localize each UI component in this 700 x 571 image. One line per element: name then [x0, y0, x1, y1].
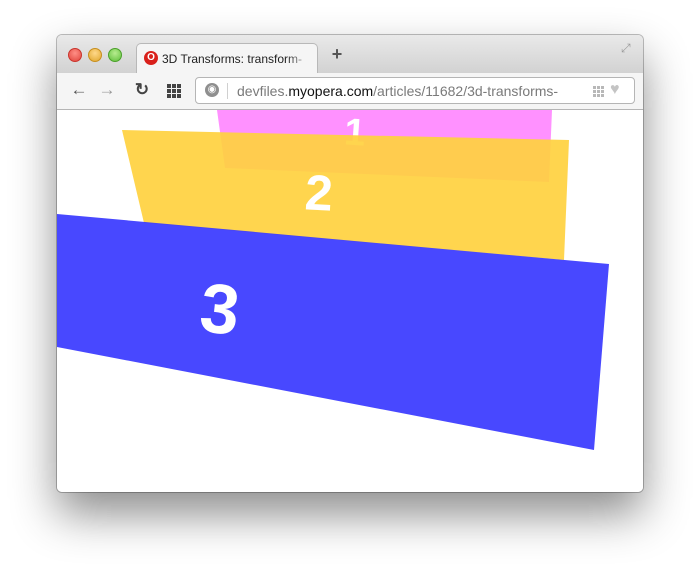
opera-icon: O — [144, 51, 158, 65]
speed-dial-icon — [167, 84, 181, 98]
fullscreen-icon[interactable]: ⤢ — [621, 41, 635, 55]
transform-demo-canvas: 1 2 3 — [57, 110, 609, 450]
reload-button[interactable]: ↻ — [133, 81, 151, 99]
speed-dial-button[interactable] — [164, 81, 182, 99]
address-divider — [227, 83, 228, 99]
url-domain: myopera.com — [288, 83, 374, 99]
url-prefix: devfiles. — [237, 83, 289, 99]
heart-icon[interactable]: ♥ — [610, 81, 620, 99]
page-content: 1 2 3 — [57, 110, 643, 492]
navigation-bar: ← → ↻ ◉ devfiles.myopera.com/articles/11… — [57, 73, 643, 110]
tab-title: 3D Transforms: transform- — [162, 52, 312, 66]
url-text[interactable]: devfiles.myopera.com/articles/11682/3d-t… — [237, 83, 582, 99]
tab-active[interactable]: O 3D Transforms: transform- — [136, 43, 318, 73]
tab-bar: O 3D Transforms: transform- + ⤢ — [57, 35, 643, 73]
panel-3-label: 3 — [196, 268, 243, 350]
back-button[interactable]: ← — [70, 81, 88, 99]
minimize-window-button[interactable] — [88, 48, 102, 62]
new-tab-button[interactable]: + — [329, 45, 345, 63]
stash-grid-icon[interactable] — [593, 86, 604, 97]
forward-button[interactable]: → — [98, 81, 116, 99]
panel-2-label: 2 — [304, 164, 335, 221]
close-window-button[interactable] — [68, 48, 82, 62]
globe-icon[interactable]: ◉ — [205, 83, 219, 97]
address-bar[interactable]: ◉ devfiles.myopera.com/articles/11682/3d… — [195, 77, 635, 104]
browser-window: O 3D Transforms: transform- + ⤢ ← → ↻ ◉ … — [57, 35, 643, 492]
zoom-window-button[interactable] — [108, 48, 122, 62]
url-path: /articles/11682/3d-transforms- — [373, 83, 559, 99]
